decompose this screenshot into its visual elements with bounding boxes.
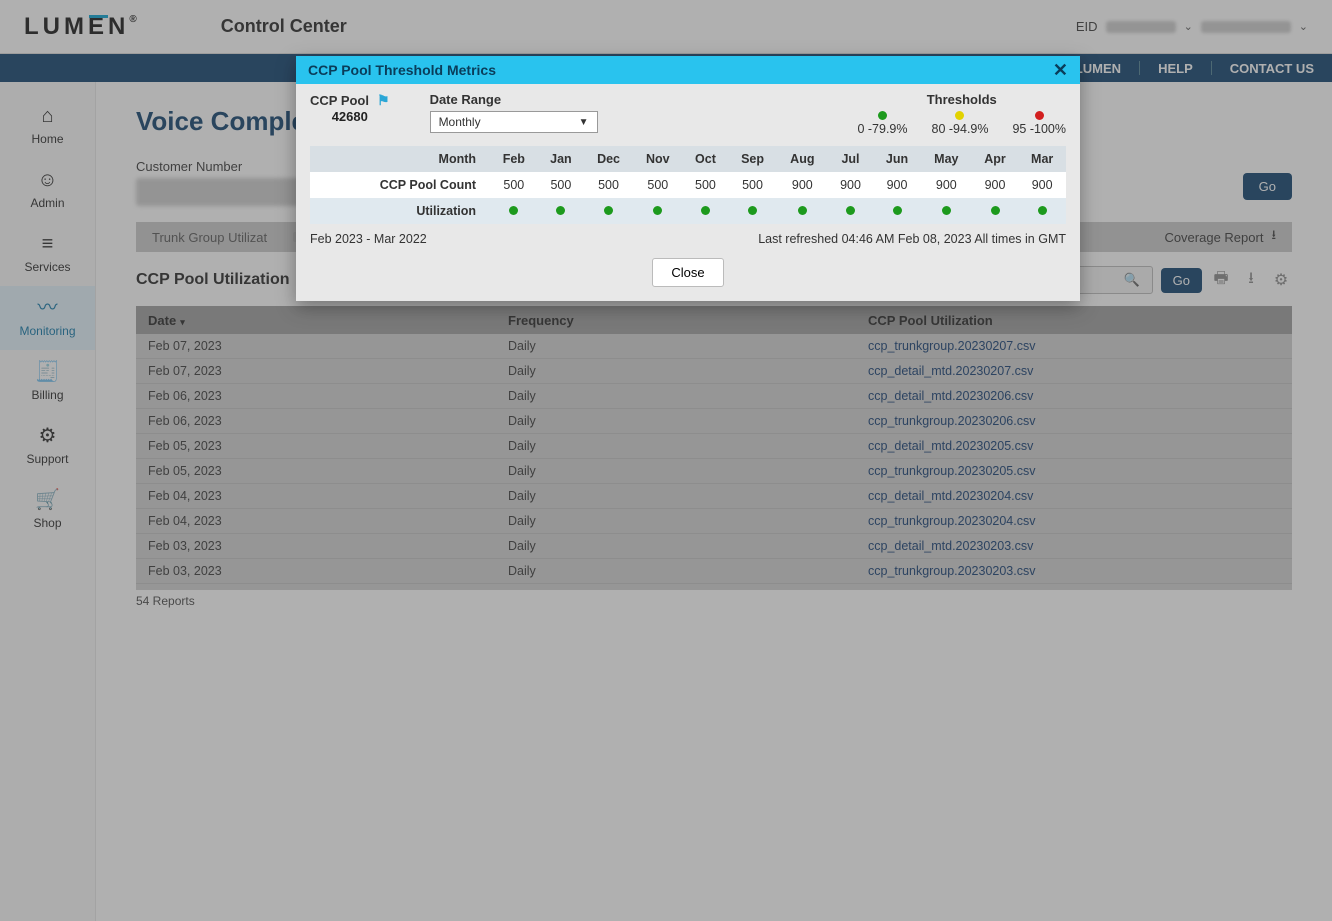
modal-foot: Feb 2023 - Mar 2022 Last refreshed 04:46…	[310, 232, 1066, 246]
col-month: Sep	[728, 146, 777, 172]
col-month: Jul	[828, 146, 873, 172]
dot-green-icon	[846, 206, 855, 215]
col-month: Dec	[584, 146, 633, 172]
cell-util	[683, 198, 728, 224]
cell-util	[633, 198, 683, 224]
threshold-range: 80 -94.9%	[932, 122, 989, 136]
dot-green-icon	[991, 206, 1000, 215]
close-icon[interactable]: ✕	[1053, 60, 1068, 81]
threshold-metrics-modal: CCP Pool Threshold Metrics ✕ CCP Pool⚑ 4…	[296, 56, 1080, 301]
cell-util	[921, 198, 972, 224]
thresholds-legend: Thresholds 0 -79.9% 80 -94.9% 95 -100%	[857, 92, 1066, 136]
date-range-label: Date Range	[430, 92, 598, 107]
cell-count: 500	[728, 172, 777, 198]
threshold-yellow: 80 -94.9%	[932, 111, 989, 136]
row-count-label: CCP Pool Count	[310, 172, 490, 198]
cell-util	[873, 198, 921, 224]
cell-util	[1018, 198, 1066, 224]
close-button[interactable]: Close	[652, 258, 723, 287]
col-month: Jun	[873, 146, 921, 172]
cell-count: 900	[921, 172, 972, 198]
cell-util	[828, 198, 873, 224]
dot-green-icon	[556, 206, 565, 215]
dot-red-icon	[1035, 111, 1044, 120]
cell-util	[538, 198, 585, 224]
dot-green-icon	[878, 111, 887, 120]
threshold-red: 95 -100%	[1012, 111, 1066, 136]
cell-count: 500	[490, 172, 538, 198]
threshold-range: 95 -100%	[1012, 122, 1066, 136]
cell-count: 900	[972, 172, 1019, 198]
dot-green-icon	[509, 206, 518, 215]
cell-count: 900	[873, 172, 921, 198]
col-month: Feb	[490, 146, 538, 172]
row-util-label: Utilization	[310, 198, 490, 224]
col-month: Oct	[683, 146, 728, 172]
col-month: Aug	[777, 146, 828, 172]
cell-util	[490, 198, 538, 224]
refreshed-text: Last refreshed 04:46 AM Feb 08, 2023 All…	[758, 232, 1066, 246]
date-range-select[interactable]: Monthly ▼	[430, 111, 598, 133]
cell-util	[777, 198, 828, 224]
dot-green-icon	[748, 206, 757, 215]
threshold-range: 0 -79.9%	[857, 122, 907, 136]
cell-count: 900	[1018, 172, 1066, 198]
dot-green-icon	[701, 206, 710, 215]
flag-icon: ⚑	[377, 92, 390, 108]
cell-util	[972, 198, 1019, 224]
cell-count: 500	[538, 172, 585, 198]
dot-green-icon	[604, 206, 613, 215]
col-month-label: Month	[310, 146, 490, 172]
ccp-pool-label: CCP Pool⚑	[310, 92, 390, 109]
col-month: Apr	[972, 146, 1019, 172]
cell-util	[584, 198, 633, 224]
dot-yellow-icon	[955, 111, 964, 120]
cell-count: 500	[584, 172, 633, 198]
modal-header: CCP Pool Threshold Metrics ✕	[296, 56, 1080, 84]
cell-count: 900	[777, 172, 828, 198]
col-month: Jan	[538, 146, 585, 172]
dot-green-icon	[942, 206, 951, 215]
thresholds-title: Thresholds	[857, 92, 1066, 107]
cell-count: 500	[683, 172, 728, 198]
metrics-table: MonthFebJanDecNovOctSepAugJulJunMayAprMa…	[310, 146, 1066, 224]
cell-count: 500	[633, 172, 683, 198]
date-range-value: Monthly	[439, 115, 481, 129]
col-month: Nov	[633, 146, 683, 172]
cell-count: 900	[828, 172, 873, 198]
dot-green-icon	[798, 206, 807, 215]
range-text: Feb 2023 - Mar 2022	[310, 232, 427, 246]
cell-util	[728, 198, 777, 224]
dot-green-icon	[1038, 206, 1047, 215]
modal-top-row: CCP Pool⚑ 42680 Date Range Monthly ▼ Thr…	[310, 92, 1066, 136]
dot-green-icon	[653, 206, 662, 215]
col-month: Mar	[1018, 146, 1066, 172]
modal-title: CCP Pool Threshold Metrics	[308, 62, 496, 78]
col-month: May	[921, 146, 972, 172]
chevron-down-icon: ▼	[579, 117, 589, 128]
ccp-pool-value: 42680	[310, 109, 390, 124]
threshold-green: 0 -79.9%	[857, 111, 907, 136]
dot-green-icon	[893, 206, 902, 215]
